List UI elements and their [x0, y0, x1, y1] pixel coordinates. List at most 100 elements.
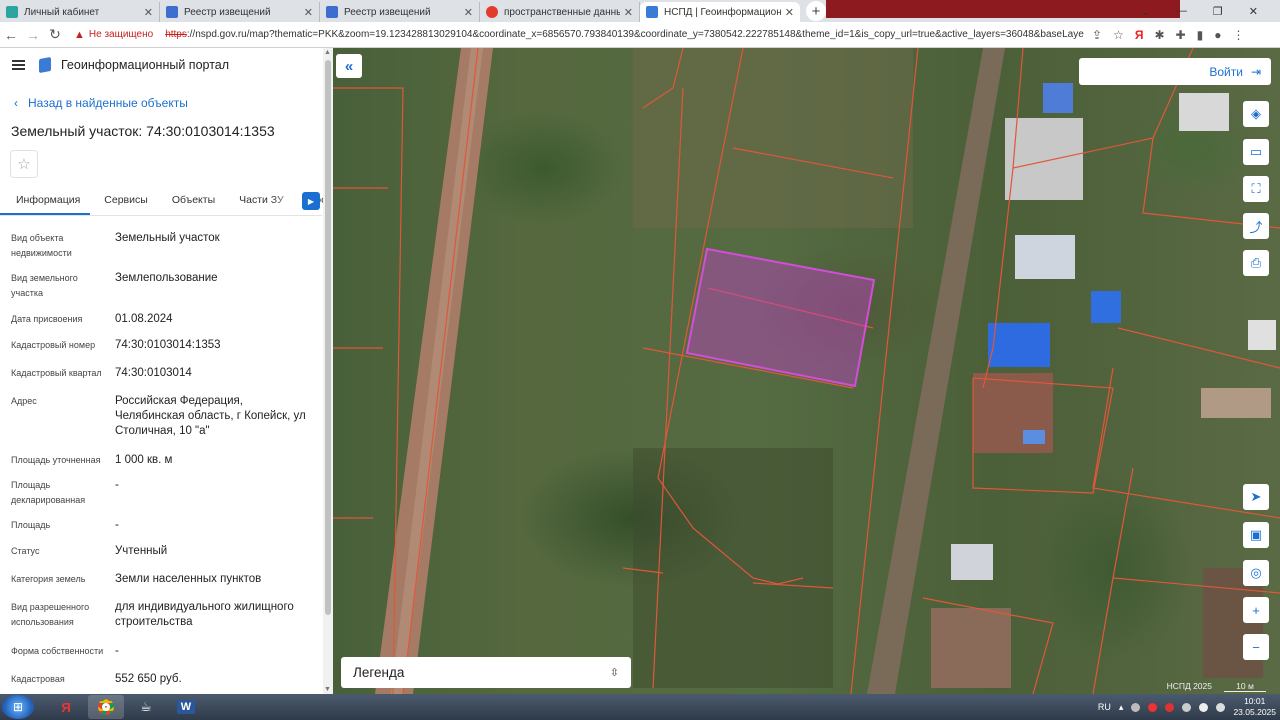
tabs-scroll-right-button[interactable]: ▶ [302, 192, 320, 210]
picture-in-picture-icon: ▣ [1249, 527, 1263, 542]
toolbar-icons: ⇪ ☆ Я ✱ ✚ ▮ ● ⋮ [1092, 28, 1244, 42]
yandex-browser-icon: Я [61, 699, 71, 715]
legend-dropdown[interactable]: Легенда ⇳ [341, 657, 631, 688]
double-chevron-left-icon: « [344, 57, 354, 75]
back-arrow-icon[interactable]: ← [0, 27, 22, 43]
tab-info[interactable]: Информация [0, 188, 91, 215]
tab-favicon-icon [6, 6, 18, 18]
tab-favicon-icon [166, 6, 178, 18]
taskbar-java[interactable]: ☕ [128, 695, 164, 719]
url-scheme: https [165, 29, 187, 40]
chrome-icon [98, 699, 114, 715]
windows-logo-icon: ⊞ [12, 700, 24, 714]
security-warning[interactable]: ▲ Не защищено [74, 29, 153, 41]
taskbar-word[interactable]: W [168, 695, 204, 719]
menu-dots-icon[interactable]: ⋮ [1232, 28, 1244, 42]
taskbar-yandex[interactable]: Я [48, 695, 84, 719]
tab-title: Реестр извещений [184, 6, 271, 18]
select-area-button[interactable]: ⛶ [1243, 176, 1269, 202]
login-button[interactable]: Войти ⇥ [1079, 58, 1271, 85]
taskbar-chrome[interactable] [88, 695, 124, 719]
start-button[interactable]: ⊞ [2, 695, 34, 719]
restore-icon[interactable]: ❐ [1213, 5, 1223, 18]
panel-header: Геоинформационный портал [12, 56, 229, 74]
panel-scrollbar[interactable]: ▲ ▼ [323, 48, 333, 694]
java-icon: ☕ [140, 699, 152, 714]
tab-title: пространственные данные рос [504, 6, 620, 18]
plus-icon: + [1252, 602, 1260, 618]
share-nodes-icon: ⤴ [1249, 219, 1263, 235]
zoom-out-button[interactable]: − [1243, 634, 1269, 660]
portal-logo-icon [39, 56, 51, 74]
tray-app-icon[interactable] [1148, 702, 1158, 712]
print-button[interactable]: ⎙ [1243, 250, 1269, 276]
target-icon: ◎ [1250, 565, 1262, 580]
scroll-up-icon[interactable]: ▲ [324, 49, 331, 56]
printer-icon: ⎙ [1250, 255, 1262, 270]
tab-favicon-icon [326, 6, 338, 18]
url-text: ://nspd.gov.ru/map?thematic=PKK&zoom=19.… [186, 29, 1084, 40]
minimize-icon[interactable]: — [1176, 5, 1187, 17]
locate-me-button[interactable]: ◎ [1243, 560, 1269, 586]
address-bar[interactable]: ▲ Не защищено https://nspd.gov.ru/map?th… [74, 24, 1084, 46]
forward-arrow-icon[interactable]: → [22, 27, 44, 43]
menu-icon[interactable] [12, 60, 25, 70]
layers-button[interactable]: ◈ [1243, 101, 1269, 127]
map-canvas[interactable]: « Войти ⇥ ◈ ▭ ⛶ ⤴ ⎙ ➤ ▣ ◎ + − Легенда ⇳ … [333, 48, 1280, 694]
tab-title: Личный кабинет [24, 6, 100, 18]
tab-objects[interactable]: Объекты [158, 188, 225, 215]
puzzle-icon[interactable]: ✚ [1176, 28, 1186, 42]
windows-taskbar: ⊞ Я ☕ W RU ▴ 10:01 23.05.2025 [0, 694, 1280, 720]
map-attribution: НСПД 2025 10 м [1167, 681, 1266, 692]
close-icon[interactable]: ✕ [624, 6, 633, 19]
collapse-panel-button[interactable]: « [336, 54, 362, 78]
system-tray: RU ▴ 10:01 23.05.2025 [1098, 694, 1276, 720]
tab-title: Реестр извещений [344, 6, 431, 18]
scrollbar-thumb[interactable] [325, 60, 331, 615]
bookmark-star-icon[interactable]: ☆ [1113, 28, 1124, 42]
chevron-left-icon: ‹ [14, 96, 18, 110]
zoom-in-button[interactable]: + [1243, 597, 1269, 623]
browser-tab-2[interactable]: Реестр извещений ✕ [160, 2, 320, 22]
reload-icon[interactable]: ↻ [44, 26, 66, 43]
profile-icon[interactable]: ● [1214, 28, 1221, 42]
extension-icon[interactable]: ✱ [1154, 28, 1164, 42]
close-icon[interactable]: ✕ [304, 6, 313, 19]
language-indicator[interactable]: RU [1098, 702, 1111, 712]
favorite-star-button[interactable]: ☆ [10, 150, 38, 178]
map-imagery [333, 48, 1280, 694]
house-roof-blue [1043, 83, 1073, 113]
close-window-icon[interactable]: ✕ [1249, 5, 1258, 18]
sidebar-icon[interactable]: ▮ [1197, 28, 1204, 42]
tray-app-icon[interactable] [1182, 702, 1192, 712]
tray-app-icon[interactable] [1131, 702, 1141, 712]
close-icon[interactable]: ✕ [785, 6, 794, 19]
browser-tab-3[interactable]: Реестр извещений ✕ [320, 2, 480, 22]
tray-app-icon[interactable] [1165, 702, 1175, 712]
clock[interactable]: 10:01 23.05.2025 [1233, 696, 1276, 718]
geolocation-button[interactable]: ➤ [1243, 484, 1269, 510]
network-icon[interactable] [1199, 702, 1209, 712]
tab-title: НСПД | Геоинформационный п [664, 6, 781, 18]
yandex-extension-icon[interactable]: Я [1135, 28, 1144, 42]
tab-services[interactable]: Сервисы [90, 188, 158, 215]
browser-tab-4[interactable]: пространственные данные рос ✕ [480, 2, 640, 22]
browser-tab-5-active[interactable]: НСПД | Геоинформационный п ✕ [640, 2, 800, 22]
tray-arrow-icon[interactable]: ▴ [1119, 702, 1124, 713]
share-icon[interactable]: ⇪ [1092, 28, 1102, 42]
browser-tab-1[interactable]: Личный кабинет ✕ [0, 2, 160, 22]
sort-arrows-icon: ⇳ [609, 667, 619, 679]
chevron-down-icon[interactable]: ⌄ [1141, 5, 1150, 18]
volume-icon[interactable] [1216, 702, 1226, 712]
new-tab-button[interactable]: + [806, 1, 826, 21]
window-title-bar-accent [826, 0, 1180, 18]
share-map-button[interactable]: ⤴ [1243, 213, 1269, 239]
minimap-button[interactable]: ▣ [1243, 522, 1269, 548]
ruler-icon: ▭ [1249, 144, 1263, 159]
scale-bar: 10 м [1224, 681, 1266, 692]
close-icon[interactable]: ✕ [464, 6, 473, 19]
back-to-results-link[interactable]: ‹ Назад в найденные объекты [14, 96, 188, 110]
scroll-down-icon[interactable]: ▼ [324, 686, 331, 693]
close-icon[interactable]: ✕ [144, 6, 153, 19]
measure-button[interactable]: ▭ [1243, 139, 1269, 165]
